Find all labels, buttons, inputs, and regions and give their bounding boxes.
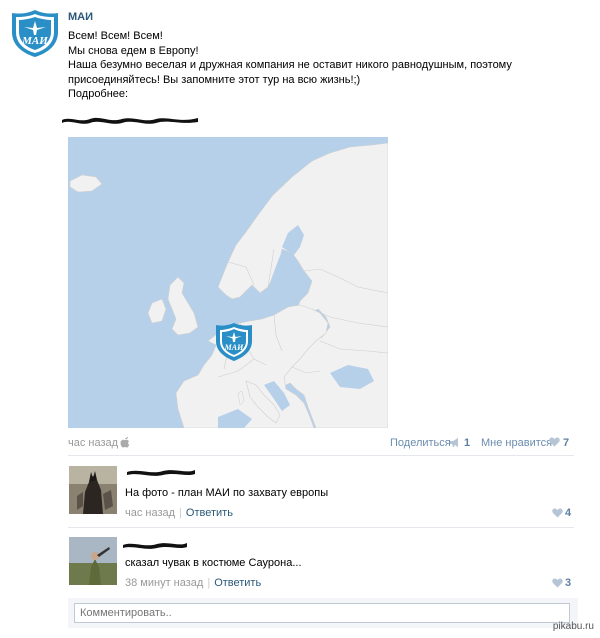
separator: | (207, 577, 211, 589)
commenter-avatar[interactable] (69, 466, 117, 514)
like-count: 7 (563, 437, 570, 449)
comment-input-area (68, 598, 578, 628)
post-text-line: присоединяйтесь! Вы запомните этот тур н… (68, 73, 361, 86)
post-text-line: Мы снова едем в Европу! (68, 44, 199, 57)
post-text: Всем! Всем! Всем! Мы снова едем в Европу… (68, 29, 512, 102)
divider (68, 455, 574, 456)
separator: | (179, 507, 182, 519)
apple-icon (120, 437, 130, 448)
reply-button[interactable]: Ответить (214, 577, 261, 589)
commenter-avatar[interactable] (69, 537, 117, 585)
redacted-link-scribble (62, 117, 198, 124)
like-button[interactable]: Мне нравится (481, 437, 552, 449)
comment-like-count: 4 (565, 507, 572, 519)
post-meta-row: час назад Поделиться 1 Мне нравится 7 (68, 436, 574, 452)
share-button[interactable]: Поделиться (390, 437, 451, 449)
comment-text: сказал чувак в костюме Саурона... (125, 557, 302, 569)
share-count: 1 (464, 437, 471, 449)
comment-meta: 38 минут назад | Ответить (125, 577, 261, 589)
post-author-name[interactable]: МАИ (68, 11, 93, 23)
author-logo[interactable]: МАИ (10, 8, 60, 58)
heart-icon[interactable] (552, 508, 563, 518)
comment-text: На фото - план МАИ по захвату европы (125, 487, 329, 499)
divider (68, 527, 574, 528)
reply-button[interactable]: Ответить (186, 507, 233, 519)
comment-meta: час назад | Ответить (125, 507, 233, 519)
europe-map-image[interactable]: МАИ (68, 137, 388, 428)
redacted-name-scribble (123, 543, 187, 549)
comment-time[interactable]: 38 минут назад (125, 577, 203, 589)
post-text-line: Подробнее: (68, 88, 129, 100)
watermark: pikabu.ru (552, 621, 594, 632)
comment-input[interactable] (74, 603, 570, 623)
heart-icon[interactable] (549, 437, 560, 447)
logo-text: МАИ (21, 35, 48, 47)
post-text-line: Наша безумно веселая и дружная компания … (68, 59, 512, 71)
comment-time[interactable]: час назад (125, 507, 175, 519)
comment-like-count: 3 (565, 577, 572, 589)
post-text-line: Всем! Всем! Всем! (68, 30, 163, 42)
redacted-name-scribble (127, 470, 195, 476)
post-time[interactable]: час назад (68, 437, 118, 449)
megaphone-icon[interactable] (449, 437, 460, 448)
map-logo-text: МАИ (224, 343, 244, 352)
heart-icon[interactable] (552, 578, 563, 588)
